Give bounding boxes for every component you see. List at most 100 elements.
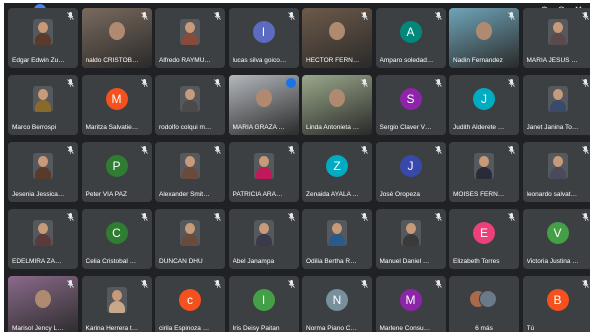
participant-name: PATRICIA ARANCIBI...: [232, 191, 287, 198]
mic-off-icon: [67, 213, 74, 221]
mic-off-icon: [361, 12, 368, 20]
participant-name: José Oropeza: [379, 191, 420, 198]
participant-tile[interactable]: 6 más: [449, 276, 519, 332]
mic-off-icon: [214, 79, 221, 87]
participant-name: Odilia Bertha Rosale...: [306, 258, 360, 265]
mic-off-icon: [287, 213, 295, 221]
photo-face: [185, 156, 195, 167]
participant-tile[interactable]: J Judith Alderete Ville...: [449, 75, 519, 135]
participant-tile[interactable]: A Amparo soledad Ate...: [375, 8, 446, 68]
participant-tile[interactable]: rodolfo colqui mateo: [155, 75, 225, 135]
participant-tile[interactable]: S Sergio Claver VERÁS...: [375, 75, 446, 135]
participant-avatar: A: [399, 21, 422, 43]
participant-tile[interactable]: Alfredo RAYMUNDO: [155, 8, 225, 68]
participant-tile[interactable]: I Iris Deisy Paitan: [228, 276, 299, 332]
participant-tile[interactable]: Karina Herrera tufino: [81, 276, 152, 332]
participant-tile[interactable]: Linda Antonieta Ma...: [302, 75, 372, 135]
mic-off-icon: [361, 79, 368, 87]
participant-tile[interactable]: P Peter VIA PAZ: [81, 142, 152, 202]
mic-off-icon: [434, 79, 442, 87]
mini-avatar: [479, 290, 497, 308]
video-face: [35, 290, 51, 308]
participant-avatar: N: [326, 289, 348, 311]
photo-face: [185, 89, 195, 100]
mic-off-icon: [67, 79, 74, 87]
participant-photo: [33, 153, 53, 179]
participant-avatar: M: [105, 88, 128, 110]
participant-tile[interactable]: Nadin Fernandez: [449, 8, 519, 68]
photo-face: [258, 223, 269, 234]
mic-off-icon: [287, 12, 295, 20]
participant-avatar: I: [252, 289, 275, 311]
participant-name: Maritza Salvatierra ...: [85, 124, 140, 131]
participant-name: Alfredo RAYMUNDO: [159, 57, 213, 64]
participant-name: leonardo salvatory a...: [526, 191, 581, 198]
participant-avatar: Z: [326, 155, 348, 177]
participant-tile[interactable]: naldo CRISTOBA...: [81, 8, 152, 68]
participant-tile[interactable]: PATRICIA ARANCIBI...: [228, 142, 299, 202]
mic-off-icon: [140, 280, 148, 288]
participant-tile[interactable]: Abel Janampa: [228, 209, 299, 269]
participant-photo: [253, 153, 274, 179]
participant-tile[interactable]: E Elizabeth Torres: [449, 209, 519, 269]
participant-tile[interactable]: l lucas silva goicochea: [228, 8, 299, 68]
photo-face: [552, 89, 563, 100]
participant-tile[interactable]: Odilia Bertha Rosale...: [302, 209, 372, 269]
participant-tile[interactable]: Edgar Edwin Zubilet...: [8, 8, 78, 68]
participant-tile[interactable]: Manuel Daniel GUTIE...: [375, 209, 446, 269]
participant-avatar: E: [473, 222, 495, 244]
mic-off-icon: [508, 79, 515, 87]
participant-name: Nadin Fernandez: [453, 57, 503, 64]
photo-body: [255, 167, 272, 179]
participant-tile[interactable]: M Maritza Salvatierra ...: [81, 75, 152, 135]
participant-avatar: J: [473, 88, 495, 110]
video-face: [108, 22, 125, 40]
participant-avatar: S: [399, 88, 422, 110]
participant-tile[interactable]: C Celia Cristobal Suarez: [81, 209, 152, 269]
mic-off-icon: [140, 213, 148, 221]
mic-off-icon: [581, 79, 589, 87]
participant-tile[interactable]: MARIA GRAZA RIOS: [228, 75, 299, 135]
photo-face: [38, 89, 48, 100]
participant-tile[interactable]: Jesenia Jessica Vega ...: [8, 142, 78, 202]
mic-off-icon: [581, 213, 589, 221]
participant-tile[interactable]: Janet Janina Torres ...: [522, 75, 590, 135]
participant-name: rodolfo colqui mateo: [159, 124, 213, 131]
participant-photo: [106, 287, 127, 313]
participant-tile[interactable]: Alexander Smith OR...: [155, 142, 225, 202]
participant-avatar: M: [399, 289, 422, 311]
participant-tile[interactable]: N Norma Piano Cabello: [302, 276, 372, 332]
participant-photo: [180, 220, 200, 246]
mic-off-icon: [214, 12, 221, 20]
participant-tile[interactable]: B Tú: [522, 276, 590, 332]
participant-tile[interactable]: MOISES FERNANDO ...: [449, 142, 519, 202]
mic-off-icon: [434, 213, 442, 221]
photo-body: [549, 100, 566, 112]
participant-tile[interactable]: MARIA JESUS BARR...: [522, 8, 590, 68]
participant-tile[interactable]: J José Oropeza: [375, 142, 446, 202]
participant-tile[interactable]: leonardo salvatory a...: [522, 142, 590, 202]
participant-tile[interactable]: V Victoria Justina FUS...: [522, 209, 590, 269]
participant-tile[interactable]: Marco Berrospi: [8, 75, 78, 135]
participant-name: Jesenia Jessica Vega ...: [12, 191, 66, 198]
participant-name: Marisol Jency Lopez ...: [12, 325, 66, 332]
participant-name: Amparo soledad Ate...: [379, 57, 434, 64]
participant-tile[interactable]: Marisol Jency Lopez ...: [8, 276, 78, 332]
photo-body: [35, 234, 51, 246]
participant-avatar: V: [546, 222, 569, 244]
photo-body: [35, 33, 51, 45]
participant-tile[interactable]: M Marlene Consuelo B...: [375, 276, 446, 332]
mic-off-icon: [361, 146, 368, 154]
video-face: [476, 22, 492, 40]
mic-off-icon: [581, 12, 589, 20]
mic-off-icon: [581, 280, 589, 288]
mic-off-icon: [581, 146, 589, 154]
participant-tile[interactable]: EDELMIRA ZANABRI...: [8, 209, 78, 269]
participant-tile[interactable]: HECTOR FERNAND...: [302, 8, 372, 68]
participant-tile[interactable]: DUNCAN DHU: [155, 209, 225, 269]
participant-photo: [547, 19, 568, 45]
participant-avatar: l: [252, 21, 275, 43]
participant-tile[interactable]: Z Zenaida AYALA ESPI...: [302, 142, 372, 202]
participant-tile[interactable]: c cirila Espinoza Suarez: [155, 276, 225, 332]
photo-body: [329, 234, 345, 246]
